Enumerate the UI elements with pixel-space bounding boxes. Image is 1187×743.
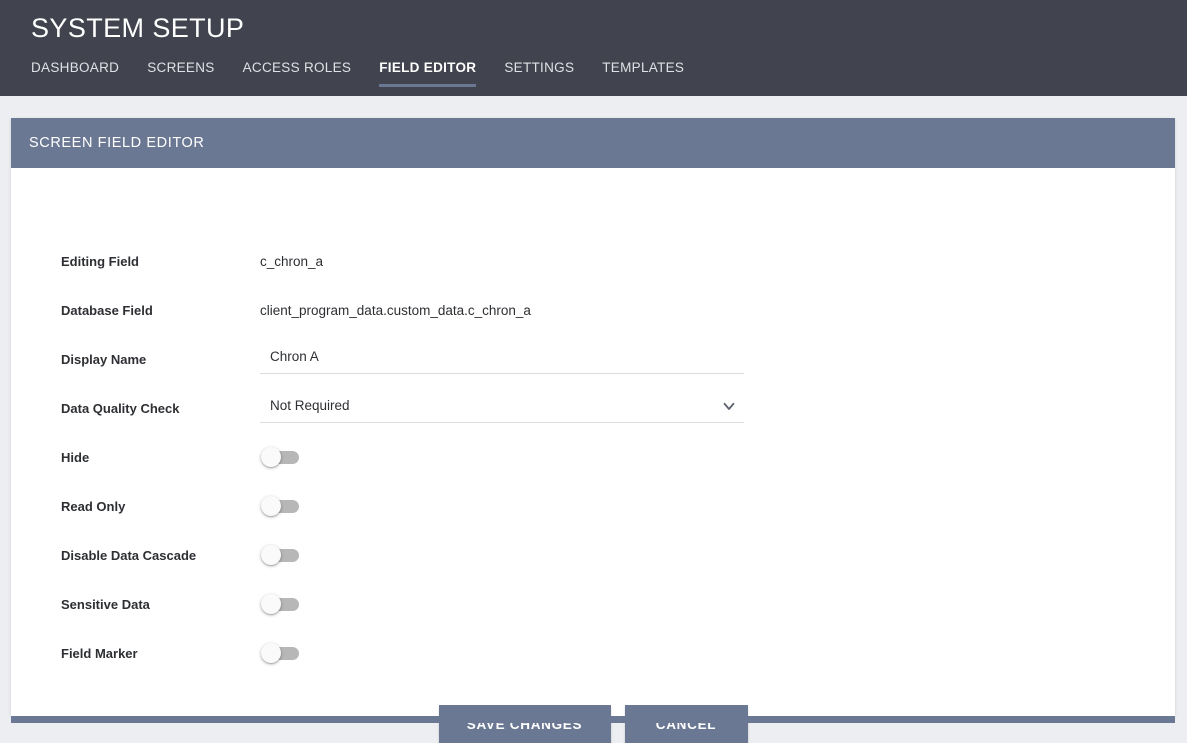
tab-templates[interactable]: TEMPLATES <box>602 60 684 87</box>
disable-data-cascade-toggle[interactable] <box>261 545 301 565</box>
sensitive-data-label: Sensitive Data <box>61 596 150 612</box>
read-only-label: Read Only <box>61 498 126 514</box>
editing-field-value: c_chron_a <box>260 253 324 269</box>
form-row-field-marker: Field Marker <box>11 638 1175 668</box>
form-row-read-only: Read Only <box>11 491 1175 521</box>
tab-screens[interactable]: SCREENS <box>147 60 214 87</box>
form-row-database-field: Database Field client_program_data.custo… <box>11 295 1175 325</box>
card-body: Editing Field c_chron_a Database Field c… <box>11 168 1175 743</box>
read-only-toggle[interactable] <box>261 496 301 516</box>
form-row-editing-field: Editing Field c_chron_a <box>11 246 1175 276</box>
database-field-label: Database Field <box>61 302 153 318</box>
display-name-label: Display Name <box>61 351 147 367</box>
field-marker-toggle[interactable] <box>261 643 301 663</box>
toggle-knob <box>261 545 281 565</box>
tab-settings[interactable]: SETTINGS <box>504 60 574 87</box>
screen-field-editor-card: SCREEN FIELD EDITOR Editing Field c_chro… <box>11 118 1175 743</box>
form-row-disable-data-cascade: Disable Data Cascade <box>11 540 1175 570</box>
field-marker-label: Field Marker <box>61 645 138 661</box>
tab-access-roles[interactable]: ACCESS ROLES <box>243 60 352 87</box>
data-quality-check-select[interactable]: Not Required <box>260 393 744 422</box>
form-row-hide: Hide <box>11 442 1175 472</box>
database-field-value: client_program_data.custom_data.c_chron_… <box>260 302 531 318</box>
data-quality-check-label: Data Quality Check <box>61 400 180 416</box>
form-row-display-name: Display Name <box>11 344 1175 374</box>
tab-field-editor[interactable]: FIELD EDITOR <box>379 60 477 87</box>
main-tab-bar: DASHBOARD SCREENS ACCESS ROLES FIELD EDI… <box>31 60 684 96</box>
tab-dashboard[interactable]: DASHBOARD <box>31 60 119 87</box>
hide-label: Hide <box>61 449 90 465</box>
cancel-button[interactable]: CANCEL <box>624 705 748 743</box>
toggle-knob <box>261 594 281 614</box>
save-changes-button[interactable]: SAVE CHANGES <box>438 705 611 743</box>
footer-strip <box>11 716 1175 723</box>
toggle-knob <box>261 496 281 516</box>
editing-field-label: Editing Field <box>61 253 139 269</box>
card-header-title: SCREEN FIELD EDITOR <box>29 135 205 151</box>
form-row-sensitive-data: Sensitive Data <box>11 589 1175 619</box>
disable-data-cascade-label: Disable Data Cascade <box>61 547 197 563</box>
data-quality-check-select-wrap: Not Required <box>260 393 744 423</box>
action-button-row: SAVE CHANGES CANCEL <box>11 705 1175 743</box>
toggle-knob <box>261 643 281 663</box>
card-header: SCREEN FIELD EDITOR <box>11 118 1175 168</box>
sensitive-data-toggle[interactable] <box>261 594 301 614</box>
display-name-input[interactable] <box>260 344 744 374</box>
app-header: SYSTEM SETUP DASHBOARD SCREENS ACCESS RO… <box>0 0 1187 96</box>
hide-toggle[interactable] <box>261 447 301 467</box>
toggle-knob <box>261 447 281 467</box>
page-title: SYSTEM SETUP <box>31 13 245 43</box>
form-row-data-quality-check: Data Quality Check Not Required <box>11 393 1175 423</box>
